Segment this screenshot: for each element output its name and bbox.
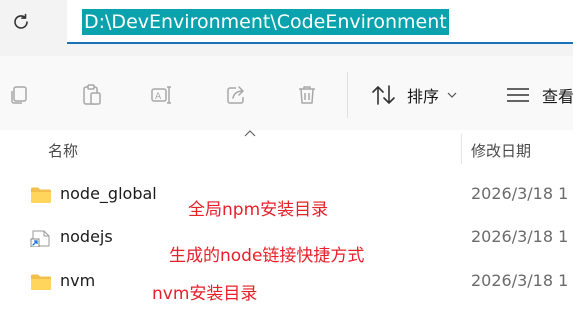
folder-icon (31, 274, 51, 290)
folder-icon (31, 187, 51, 203)
annotation-nodejs: 生成的node链接快捷方式 (169, 246, 365, 266)
file-name: node_global (60, 184, 157, 203)
chevron-down-icon (447, 92, 457, 98)
sort-icon (372, 85, 395, 105)
address-bar-area: D:\DevEnvironment\CodeEnvironment (0, 0, 573, 56)
shortcut-icon (30, 230, 50, 247)
file-date: 2026/3/18 1 (471, 184, 569, 203)
share-icon[interactable] (224, 83, 248, 107)
delete-icon[interactable] (295, 83, 319, 107)
file-row[interactable]: nvm 2026/3/18 1 (0, 263, 573, 305)
file-date: 2026/3/18 1 (471, 227, 569, 246)
column-date-header[interactable]: 修改日期 (471, 140, 531, 161)
copy-icon[interactable] (7, 83, 31, 107)
view-button[interactable]: 查看 (506, 83, 573, 107)
file-name: nodejs (60, 227, 113, 246)
view-label: 查看 (542, 87, 573, 106)
svg-text:A: A (155, 92, 162, 102)
column-divider[interactable] (461, 134, 462, 164)
sort-label: 排序 (407, 87, 440, 106)
file-date: 2026/3/18 1 (471, 271, 569, 290)
column-header: 名称 修改日期 (0, 130, 573, 170)
sort-button[interactable]: 排序 (371, 83, 457, 107)
command-bar: A 排序 查看 (0, 56, 573, 130)
address-path-text: D:\DevEnvironment\CodeEnvironment (82, 9, 449, 35)
toolbar-separator (347, 72, 348, 118)
rename-icon[interactable]: A (150, 83, 174, 107)
file-name: nvm (60, 271, 96, 290)
annotation-node-global: 全局npm安装目录 (188, 200, 329, 220)
paste-icon[interactable] (80, 83, 104, 107)
sort-caret-icon (244, 130, 256, 137)
annotation-nvm: nvm安装目录 (152, 284, 258, 304)
column-name-header[interactable]: 名称 (48, 140, 78, 161)
view-list-icon (507, 88, 529, 102)
address-input[interactable]: D:\DevEnvironment\CodeEnvironment (67, 0, 573, 44)
refresh-icon[interactable] (10, 11, 32, 33)
